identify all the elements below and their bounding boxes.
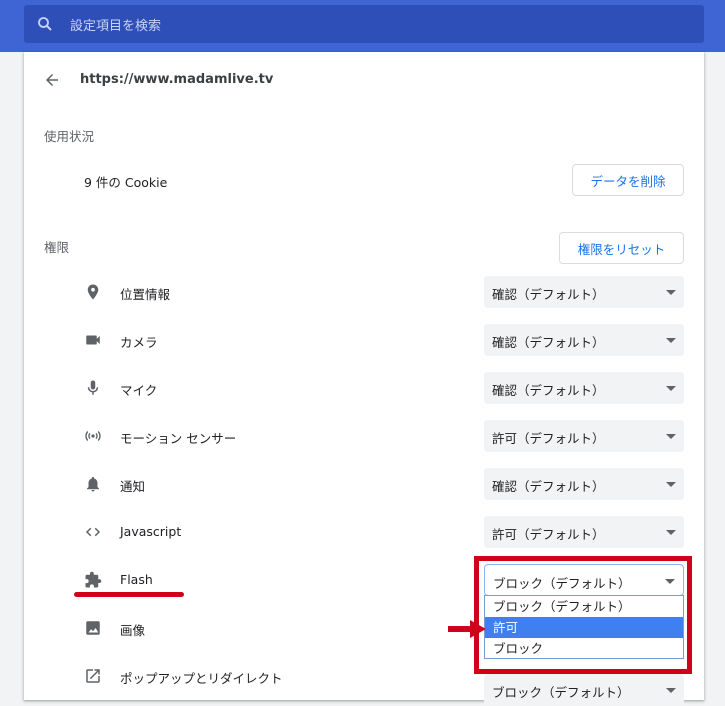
camera-icon [86, 335, 100, 345]
back-arrow-icon[interactable] [43, 71, 61, 89]
open-in-new-icon [86, 669, 100, 683]
usage-heading: 使用状況 [44, 129, 95, 144]
select-value: 確認（デフォルト） [492, 383, 605, 398]
permission-row-microphone: マイク 確認（デフォルト） [24, 372, 704, 404]
reset-permissions-button[interactable]: 権限をリセット [559, 232, 684, 264]
motion-sensors-select[interactable]: 許可（デフォルト） [484, 420, 684, 452]
permission-row-notifications: 通知 確認（デフォルト） [24, 468, 704, 500]
select-value: 許可（デフォルト） [492, 527, 605, 542]
permission-row-motion-sensors: モーション センサー 許可（デフォルト） [24, 420, 704, 452]
select-value: ブロック（デフォルト） [493, 576, 631, 591]
select-value: ブロック（デフォルト） [492, 685, 630, 700]
option-allow[interactable]: 許可 [485, 617, 683, 638]
chevron-down-icon [666, 482, 676, 487]
javascript-select[interactable]: 許可（デフォルト） [484, 516, 684, 548]
chevron-down-icon [666, 338, 676, 343]
permission-label: 位置情報 [120, 287, 171, 302]
location-select[interactable]: 確認（デフォルト） [484, 276, 684, 308]
chevron-down-icon [666, 530, 676, 535]
notifications-select[interactable]: 確認（デフォルト） [484, 468, 684, 500]
chevron-down-icon [666, 290, 676, 295]
site-url: https://www.madamlive.tv [80, 72, 274, 87]
motion-sensor-icon [85, 431, 101, 441]
annotation-arrow-icon [448, 620, 486, 638]
search-placeholder: 設定項目を検索 [70, 19, 162, 34]
popups-select[interactable]: ブロック（デフォルト） [484, 674, 684, 706]
search-icon [38, 17, 52, 31]
code-icon [85, 527, 101, 537]
flash-select[interactable]: ブロック（デフォルト） [484, 564, 684, 596]
permission-row-popups: ポップアップとリダイレクト ブロック（デフォルト） [24, 660, 704, 706]
select-value: 確認（デフォルト） [492, 287, 605, 302]
permission-label: Flash [120, 572, 153, 587]
image-icon [86, 621, 100, 635]
clear-data-button[interactable]: データを削除 [572, 164, 684, 196]
chevron-down-icon [666, 688, 676, 693]
permission-label: 画像 [120, 623, 146, 638]
chevron-down-icon [666, 386, 676, 391]
permissions-heading: 権限 [44, 240, 70, 255]
select-value: 許可（デフォルト） [492, 431, 605, 446]
select-value: 確認（デフォルト） [492, 479, 605, 494]
permission-label: ポップアップとリダイレクト [120, 671, 283, 686]
cookie-count: 9 件の Cookie [84, 175, 168, 190]
annotation-underline [74, 592, 184, 597]
option-block-default[interactable]: ブロック（デフォルト） [485, 596, 683, 617]
flash-options-list: ブロック（デフォルト） 許可 ブロック [484, 595, 684, 659]
chevron-down-icon [666, 434, 676, 439]
option-block[interactable]: ブロック [485, 638, 683, 659]
permission-label: カメラ [120, 335, 158, 350]
location-pin-icon [87, 284, 99, 300]
permission-label: モーション センサー [120, 431, 237, 446]
bell-icon [87, 476, 99, 492]
permission-row-location: 位置情報 確認（デフォルト） [24, 276, 704, 308]
permission-label: 通知 [120, 479, 146, 494]
permission-label: Javascript [120, 524, 182, 539]
permission-row-javascript: Javascript 許可（デフォルト） [24, 516, 704, 548]
top-bar: 設定項目を検索 [0, 0, 725, 52]
permission-label: マイク [120, 383, 158, 398]
puzzle-icon [85, 571, 102, 588]
permission-row-camera: カメラ 確認（デフォルト） [24, 324, 704, 356]
select-value: 確認（デフォルト） [492, 335, 605, 350]
chevron-down-icon [665, 579, 675, 584]
microphone-icon [87, 380, 99, 395]
search-input[interactable]: 設定項目を検索 [24, 5, 704, 43]
camera-select[interactable]: 確認（デフォルト） [484, 324, 684, 356]
microphone-select[interactable]: 確認（デフォルト） [484, 372, 684, 404]
